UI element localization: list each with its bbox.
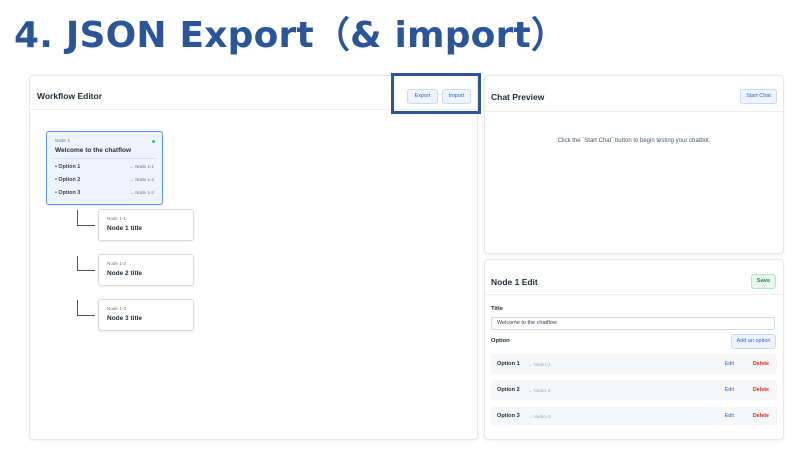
chat-preview-panel: Chat Preview Start Chat Click the `Start… [484, 75, 784, 254]
child-node-card[interactable]: Node 1-3 Node 3 title [98, 299, 194, 331]
tree-connector [77, 300, 95, 316]
option-edit-row: Option 1 → Node1-1 Edit Delete [491, 354, 777, 374]
root-node-title: Welcome to the chatflow [55, 147, 132, 154]
root-option-target: → Node 1-3 [129, 190, 154, 195]
child-node-id: Node 1-2 [107, 261, 126, 266]
root-node-id: Node 1 [55, 138, 70, 143]
node-edit-header: Node 1 Edit Save [485, 260, 783, 295]
option-edit-button[interactable]: Edit [725, 387, 734, 393]
root-option-row[interactable]: • Option 3 → Node 1-3 [55, 190, 154, 200]
add-option-button[interactable]: Add an option [731, 334, 776, 349]
node-edit-panel: Node 1 Edit Save Title Welcome to the ch… [484, 259, 784, 440]
child-node-card[interactable]: Node 1-2 Node 2 title [98, 254, 194, 286]
start-chat-button[interactable]: Start Chat [740, 89, 777, 104]
slide-title: 4. JSON Export（& import） [14, 15, 568, 56]
option-delete-button[interactable]: Delete [753, 387, 769, 393]
chat-preview-title: Chat Preview [491, 92, 545, 102]
title-input[interactable]: Welcome to the chatflow [491, 317, 775, 330]
option-name: Option 3 [497, 413, 520, 419]
option-edit-row: Option 2 → Node1-2 Edit Delete [491, 380, 777, 400]
export-import-highlight [391, 73, 481, 114]
option-delete-button[interactable]: Delete [753, 413, 769, 419]
tree-connector [77, 210, 95, 226]
option-edit-row: Option 3 → Node1-3 Edit Delete [491, 406, 777, 426]
root-option-target: → Node 1-2 [129, 177, 154, 182]
tree-connector [77, 256, 95, 271]
root-option-target: → Node 1-1 [129, 164, 154, 169]
child-node-title: Node 2 title [107, 270, 143, 277]
workflow-editor-title: Workflow Editor [37, 91, 103, 101]
child-node-id: Node 1-1 [107, 216, 126, 221]
save-button[interactable]: Save [751, 274, 776, 289]
option-link: → Node1-2 [528, 387, 551, 393]
root-option-label: • Option 1 [55, 164, 81, 170]
root-option-label: • Option 3 [55, 190, 81, 196]
root-node-card[interactable]: Node 1 Welcome to the chatflow • Option … [46, 131, 163, 205]
node-edit-title: Node 1 Edit [491, 277, 538, 287]
chat-preview-header: Chat Preview Start Chat [485, 76, 783, 112]
chat-preview-placeholder: Click the `Start Chat` button to begin t… [557, 138, 711, 144]
title-field-label: Title [491, 306, 503, 312]
root-option-row[interactable]: • Option 1 → Node 1-1 [55, 164, 154, 174]
option-field-label: Option [491, 338, 510, 344]
child-node-title: Node 3 title [107, 315, 143, 322]
child-node-id: Node 1-3 [107, 306, 126, 311]
option-link: → Node1-3 [528, 413, 551, 419]
node-status-dot [152, 140, 155, 143]
option-edit-button[interactable]: Edit [725, 413, 734, 419]
option-delete-button[interactable]: Delete [753, 361, 769, 367]
child-node-title: Node 1 title [107, 225, 143, 232]
root-option-row[interactable]: • Option 2 → Node 1-2 [55, 177, 154, 187]
workflow-editor-panel: Workflow Editor Export Import Node 1 Wel… [29, 75, 478, 440]
option-edit-button[interactable]: Edit [725, 361, 734, 367]
child-node-card[interactable]: Node 1-1 Node 1 title [98, 209, 194, 241]
option-name: Option 2 [497, 387, 520, 393]
root-option-label: • Option 2 [55, 177, 81, 183]
option-name: Option 1 [497, 361, 520, 367]
root-node-divider [53, 158, 156, 159]
option-link: → Node1-1 [528, 361, 551, 367]
